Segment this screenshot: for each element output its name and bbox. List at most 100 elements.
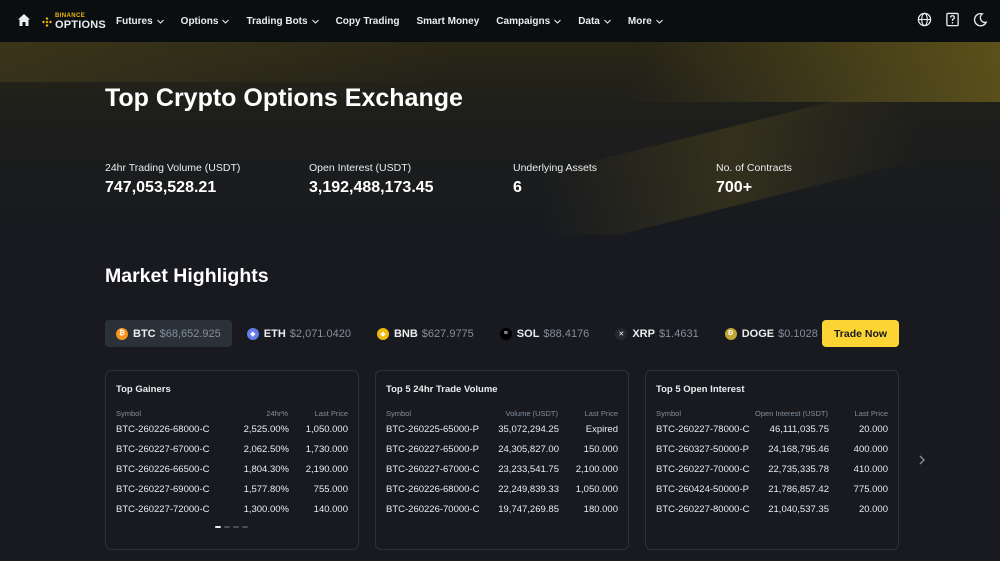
trade-now-button[interactable]: Trade Now [822, 320, 899, 347]
tab-symbol: SOL [516, 327, 540, 340]
table-row[interactable]: BTC-260227-67000-C 2,062.50% 1,730.000 [116, 444, 348, 456]
table-header: Symbol Volume (USDT) Last Price [386, 409, 618, 419]
chevron-down-icon [554, 19, 562, 24]
pagination-dot[interactable] [224, 526, 230, 528]
last-price: 755.000 [313, 484, 348, 495]
nav-item-more[interactable]: More [628, 16, 663, 27]
table-row[interactable]: BTC-260424-50000-P 21,786,857.42 775.000 [656, 484, 888, 496]
tab-price: $68,652.925 [159, 327, 221, 340]
stat-label: No. of Contracts [716, 162, 792, 174]
stat-label: Open Interest (USDT) [309, 162, 412, 174]
main-menu: Futures Options Trading Bots Copy Trading Sm… [116, 0, 680, 42]
column-header: 24hr% [266, 409, 288, 418]
last-price: 1,050.000 [575, 484, 618, 495]
nav-right-icons [917, 12, 988, 27]
table-row[interactable]: BTC-260226-68000-C 2,525.00% 1,050.000 [116, 424, 348, 436]
last-price: 150.000 [583, 444, 618, 455]
stat-open-interest: Open Interest (USDT) 3,192,488,173.45 [309, 162, 434, 197]
help-icon[interactable] [945, 12, 960, 27]
chevron-down-icon [311, 19, 319, 24]
card-title: Top 5 Open Interest [656, 384, 745, 395]
pagination-dot[interactable] [233, 526, 239, 528]
metric-value: 22,249,839.33 [498, 484, 559, 495]
nav-item-copy-trading[interactable]: Copy Trading [336, 16, 400, 27]
nav-item-data[interactable]: Data [578, 16, 611, 27]
tab-symbol: XRP [632, 327, 655, 340]
nav-item-label: Copy Trading [335, 15, 400, 27]
contract-symbol: BTC-260327-50000-P [656, 444, 749, 455]
nav-item-trading-bots[interactable]: Trading Bots [246, 15, 319, 27]
chevron-down-icon [655, 19, 663, 24]
hero-decoration [540, 79, 920, 235]
table-row[interactable]: BTC-260227-65000-P 24,305,827.00 150.000 [386, 444, 618, 456]
tab-price: $627.9775 [421, 327, 474, 340]
nav-item-smart-money[interactable]: Smart Money [416, 16, 479, 27]
table-row[interactable]: BTC-260227-72000-C 1,300.00% 140.000 [116, 504, 348, 516]
binance-options-logo[interactable]: BINANCE OPTIONS [42, 12, 106, 32]
pagination-dots [215, 526, 248, 528]
hero-banner: Top Crypto Options Exchange 24hr Trading… [0, 42, 1000, 235]
tab-xrp[interactable]: ✕ XRP $1.4631 [604, 320, 709, 347]
table-row[interactable]: BTC-260226-68000-C 22,249,839.33 1,050.000 [386, 484, 618, 496]
metric-value: 1,577.80% [243, 484, 289, 495]
table-row[interactable]: BTC-260225-65000-P 35,072,294.25 Expired [386, 424, 618, 436]
logo-text-bottom: OPTIONS [55, 19, 106, 31]
table-row[interactable]: BTC-260227-70000-C 22,735,335.78 410.000 [656, 464, 888, 476]
tab-btc[interactable]: ₿ BTC $68,652.925 [105, 320, 232, 347]
chevron-right-icon[interactable] [917, 454, 927, 466]
last-price: 410.000 [853, 464, 888, 475]
tab-sol[interactable]: ≡ SOL $88.4176 [489, 320, 601, 347]
column-header: Open Interest (USDT) [755, 409, 828, 418]
tab-symbol: BNB [393, 327, 418, 340]
column-header: Last Price [314, 409, 348, 418]
tab-symbol: DOGE [741, 327, 775, 340]
last-price: 140.000 [313, 504, 348, 515]
stat-value: 3,192,488,173.45 [309, 179, 434, 196]
last-price: 180.000 [583, 504, 618, 515]
table-row[interactable]: BTC-260227-78000-C 46,111,035.75 20.000 [656, 424, 888, 436]
table-row[interactable]: BTC-260227-80000-C 21,040,537.35 20.000 [656, 504, 888, 516]
table-row[interactable]: BTC-260327-50000-P 24,168,795.46 400.000 [656, 444, 888, 456]
table-row[interactable]: BTC-260226-70000-C 19,747,269.85 180.000 [386, 504, 618, 516]
card-title: Top Gainers [116, 384, 171, 395]
last-price: 1,050.000 [305, 424, 348, 435]
highlight-card: Top 5 24hr Trade Volume Symbol Volume (USD… [375, 370, 629, 550]
contract-symbol: BTC-260226-68000-C [386, 484, 480, 495]
table-row[interactable]: BTC-260227-69000-C 1,577.80% 755.000 [116, 484, 348, 496]
moon-icon[interactable] [973, 12, 988, 27]
contract-symbol: BTC-260227-65000-P [386, 444, 479, 455]
tab-price: $1.4631 [658, 327, 699, 340]
contract-symbol: BTC-260227-67000-C [386, 464, 480, 475]
stat-label: 24hr Trading Volume (USDT) [105, 162, 241, 174]
tab-price: $0.1028 [778, 327, 818, 340]
metric-value: 24,168,795.46 [768, 444, 829, 455]
globe-icon[interactable] [917, 12, 932, 27]
home-icon[interactable] [17, 13, 31, 27]
tab-symbol: BTC [133, 327, 156, 340]
tab-bnb[interactable]: ◆ BNB $627.9775 [366, 320, 485, 347]
table-row[interactable]: BTC-260227-67000-C 23,233,541.75 2,100.000 [386, 464, 618, 476]
tab-eth[interactable]: ◆ ETH $2,071.0420 [236, 320, 362, 347]
contract-symbol: BTC-260227-78000-C [656, 424, 750, 435]
contract-symbol: BTC-260227-69000-C [116, 484, 210, 495]
metric-value: 35,072,294.25 [498, 424, 559, 435]
pagination-dot[interactable] [215, 526, 221, 528]
bnb-coin-icon: ◆ [376, 327, 389, 340]
eth-coin-icon: ◆ [246, 327, 259, 340]
table-row[interactable]: BTC-260226-66500-C 1,804.30% 2,190.000 [116, 464, 348, 476]
hero-decoration [0, 42, 460, 82]
sol-coin-icon: ≡ [499, 327, 512, 340]
highlight-card: Top Gainers Symbol 24hr% Last Price BTC-2602… [105, 370, 359, 550]
nav-item-campaigns[interactable]: Campaigns [496, 16, 562, 27]
contract-symbol: BTC-260227-80000-C [656, 504, 750, 515]
nav-item-futures[interactable]: Futures [116, 16, 164, 27]
pagination-dot[interactable] [242, 526, 248, 528]
nav-item-label: Trading Bots [246, 15, 308, 27]
hero-decoration [627, 42, 1000, 102]
tab-doge[interactable]: Ð DOGE $0.1028 [714, 320, 829, 347]
contract-symbol: BTC-260227-67000-C [116, 444, 210, 455]
last-price: Expired [585, 424, 618, 435]
column-header: Symbol [656, 409, 682, 418]
metric-value: 22,735,335.78 [768, 464, 829, 475]
nav-item-options[interactable]: Options [181, 16, 230, 27]
